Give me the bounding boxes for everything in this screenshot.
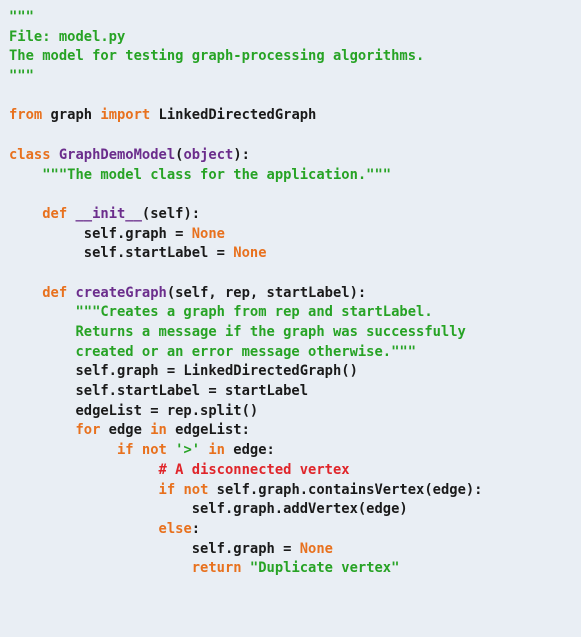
code-token: edgeList: [166,422,250,439]
code-line: """Creates a graph from rep and startLab… [9,303,581,323]
keyword-token: def [42,284,68,301]
code-line: def createGraph(self, rep, startLabel): [9,284,581,304]
code-line: class GraphDemoModel(object): [9,146,581,166]
code-token: self.graph = [9,540,300,557]
code-line: else: [9,520,581,540]
code-token: (self, rep, startLabel): [166,284,367,301]
name-token: createGraph [75,284,167,301]
code-token: (self): [141,205,201,222]
keyword-token: for [75,422,101,439]
string-token: """ [9,9,34,25]
string-token: created or an error message otherwise.""… [75,343,417,360]
code-token: self.graph.addVertex(edge) [9,501,408,518]
code-line: The model for testing graph-processing a… [9,47,581,67]
code-token: self.graph.containsVertex(edge): [208,481,483,498]
code-line: File: model.py [9,28,581,48]
keyword-token: if not [158,481,209,498]
code-token: : [191,520,201,537]
string-token: '>' [175,442,201,459]
comment-token: # A disconnected vertex [158,461,350,478]
code-token: self.startLabel = [9,245,234,262]
code-token: graph [42,107,101,124]
code-token: edge: [225,442,275,459]
code-token: edge [100,422,151,439]
code-line: if not self.graph.containsVertex(edge): [9,481,581,501]
keyword-token: None [191,225,225,242]
string-token: """Creates a graph from rep and startLab… [75,304,433,321]
keyword-token: None [233,245,267,262]
name-token: GraphDemoModel [58,146,176,163]
code-line: """ [9,67,581,87]
keyword-token: from [9,107,43,124]
code-line: created or an error message otherwise.""… [9,343,581,363]
code-line: for edge in edgeList: [9,421,581,441]
name-token: __init__ [75,205,142,222]
keyword-token: return [191,560,242,577]
keyword-token: if not [116,442,167,459]
code-token: self.startLabel = startLabel [9,383,309,400]
code-line: self.graph.addVertex(edge) [9,500,581,520]
code-token: self.graph = LinkedDirectedGraph() [9,363,358,380]
code-token: self.graph = [9,225,192,242]
keyword-token: in [150,422,167,439]
code-line: self.startLabel = None [9,244,581,264]
code-token: LinkedDirectedGraph [150,107,317,124]
name-token: object [183,146,234,163]
string-token: """ [9,68,34,85]
code-line: from graph import LinkedDirectedGraph [9,106,581,126]
code-line: Returns a message if the graph was succe… [9,323,581,343]
string-token: "Duplicate vertex" [249,560,400,577]
code-token: ): [233,146,250,163]
keyword-token: def [42,205,68,222]
code-line: self.graph = LinkedDirectedGraph() [9,362,581,382]
string-token: Returns a message if the graph was succe… [75,324,466,340]
code-line: # A disconnected vertex [9,461,581,481]
keyword-token: else [158,520,192,537]
code-line: return "Duplicate vertex" [9,559,581,579]
code-line: edgeList = rep.split() [9,402,581,422]
code-line: def __init__(self): [9,205,581,225]
keyword-token: import [100,107,151,124]
keyword-token: class [9,146,51,163]
string-token: The model for testing graph-processing a… [9,48,425,65]
string-token: File: model.py [9,28,126,45]
code-line: """ [9,8,581,28]
code-token: edgeList = rep.split() [9,402,259,419]
code-line: self.graph = None [9,540,581,560]
keyword-token: in [208,442,225,459]
code-line: """The model class for the application."… [9,166,581,186]
code-line: self.startLabel = startLabel [9,382,581,402]
code-line: self.graph = None [9,225,581,245]
code-editor: """ File: model.py The model for testing g… [0,0,581,637]
code-line: if not '>' in edge: [9,441,581,461]
keyword-token: None [299,540,333,557]
string-token: """The model class for the application."… [42,166,392,183]
